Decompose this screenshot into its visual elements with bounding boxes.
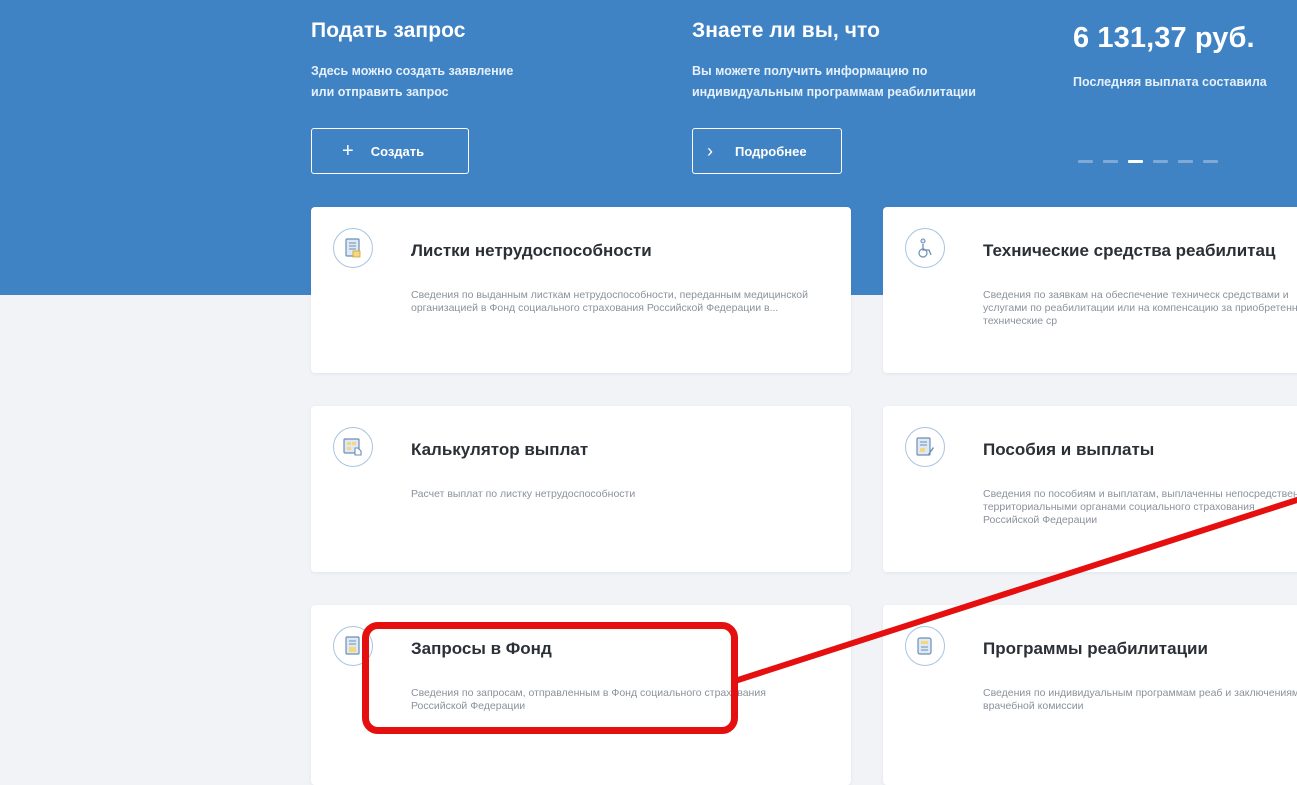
- carousel-dot[interactable]: [1103, 160, 1118, 163]
- payment-caption: Последняя выплата составила: [1073, 75, 1267, 89]
- more-button[interactable]: › Подробнее: [692, 128, 842, 174]
- card-sick-leave[interactable]: Листки нетрудоспособности Сведения по вы…: [311, 207, 851, 373]
- card-description: Сведения по пособиям и выплатам, выплаче…: [983, 488, 1297, 526]
- card-rehab-programs[interactable]: Программы реабилитации Сведения по индив…: [883, 605, 1297, 785]
- wheelchair-icon: [905, 228, 945, 268]
- carousel-dot-active[interactable]: [1128, 160, 1143, 163]
- promo-text: Здесь можно создать заявление или отправ…: [311, 61, 671, 103]
- promo-title: Знаете ли вы, что: [692, 19, 881, 42]
- request-document-icon: [333, 626, 373, 666]
- carousel-dot[interactable]: [1153, 160, 1168, 163]
- promo-create-request: Подать запрос Здесь можно создать заявле…: [311, 19, 671, 103]
- promo-title: Подать запрос: [311, 19, 466, 42]
- calculator-icon: [333, 427, 373, 467]
- document-icon: [333, 228, 373, 268]
- card-requests[interactable]: Запросы в Фонд Сведения по запросам, отп…: [311, 605, 851, 785]
- card-title: Запросы в Фонд: [411, 639, 552, 658]
- plus-icon: +: [342, 140, 354, 162]
- payment-amount: 6 131,37 руб.: [1073, 22, 1255, 54]
- create-button-label: Создать: [370, 143, 425, 159]
- document-edit-icon: [905, 427, 945, 467]
- chevron-right-icon: ›: [707, 141, 713, 161]
- card-title: Листки нетрудоспособности: [411, 241, 652, 260]
- promo-last-payment: 6 131,37 руб. Последняя выплата составил…: [1073, 22, 1297, 93]
- promo-text-line: Здесь можно создать заявление: [311, 64, 514, 78]
- carousel-dot[interactable]: [1203, 160, 1218, 163]
- create-button[interactable]: + Создать: [311, 128, 469, 174]
- card-title: Программы реабилитации: [983, 639, 1208, 658]
- card-benefits[interactable]: Пособия и выплаты Сведения по пособиям и…: [883, 406, 1297, 572]
- card-description: Сведения по выданным листкам нетрудоспос…: [411, 289, 809, 314]
- promo-text-line: или отправить запрос: [311, 85, 449, 99]
- card-description: Сведения по заявкам на обеспечение техни…: [983, 289, 1297, 327]
- promo-text-line: Вы можете получить информацию по: [692, 64, 928, 78]
- carousel-indicators: [1078, 160, 1218, 163]
- card-title: Калькулятор выплат: [411, 440, 589, 459]
- card-title: Пособия и выплаты: [983, 440, 1155, 459]
- card-title: Технические средства реабилитац: [983, 241, 1276, 260]
- card-calculator[interactable]: Калькулятор выплат Расчет выплат по лист…: [311, 406, 851, 572]
- card-description: Расчет выплат по листку нетрудоспособнос…: [411, 488, 636, 500]
- card-description: Сведения по запросам, отправленным в Фон…: [411, 687, 766, 712]
- promo-did-you-know: Знаете ли вы, что Вы можете получить инф…: [692, 19, 1052, 103]
- promo-text: Вы можете получить информацию по индивид…: [692, 61, 1052, 103]
- carousel-dot[interactable]: [1078, 160, 1093, 163]
- scroll-icon: [905, 626, 945, 666]
- promo-text-line: индивидуальным программам реабилитации: [692, 85, 976, 99]
- card-description: Сведения по индивидуальным программам ре…: [983, 687, 1297, 712]
- carousel-dot[interactable]: [1178, 160, 1193, 163]
- card-rehab-means[interactable]: Технические средства реабилитац Сведения…: [883, 207, 1297, 373]
- more-button-label: Подробнее: [735, 143, 807, 159]
